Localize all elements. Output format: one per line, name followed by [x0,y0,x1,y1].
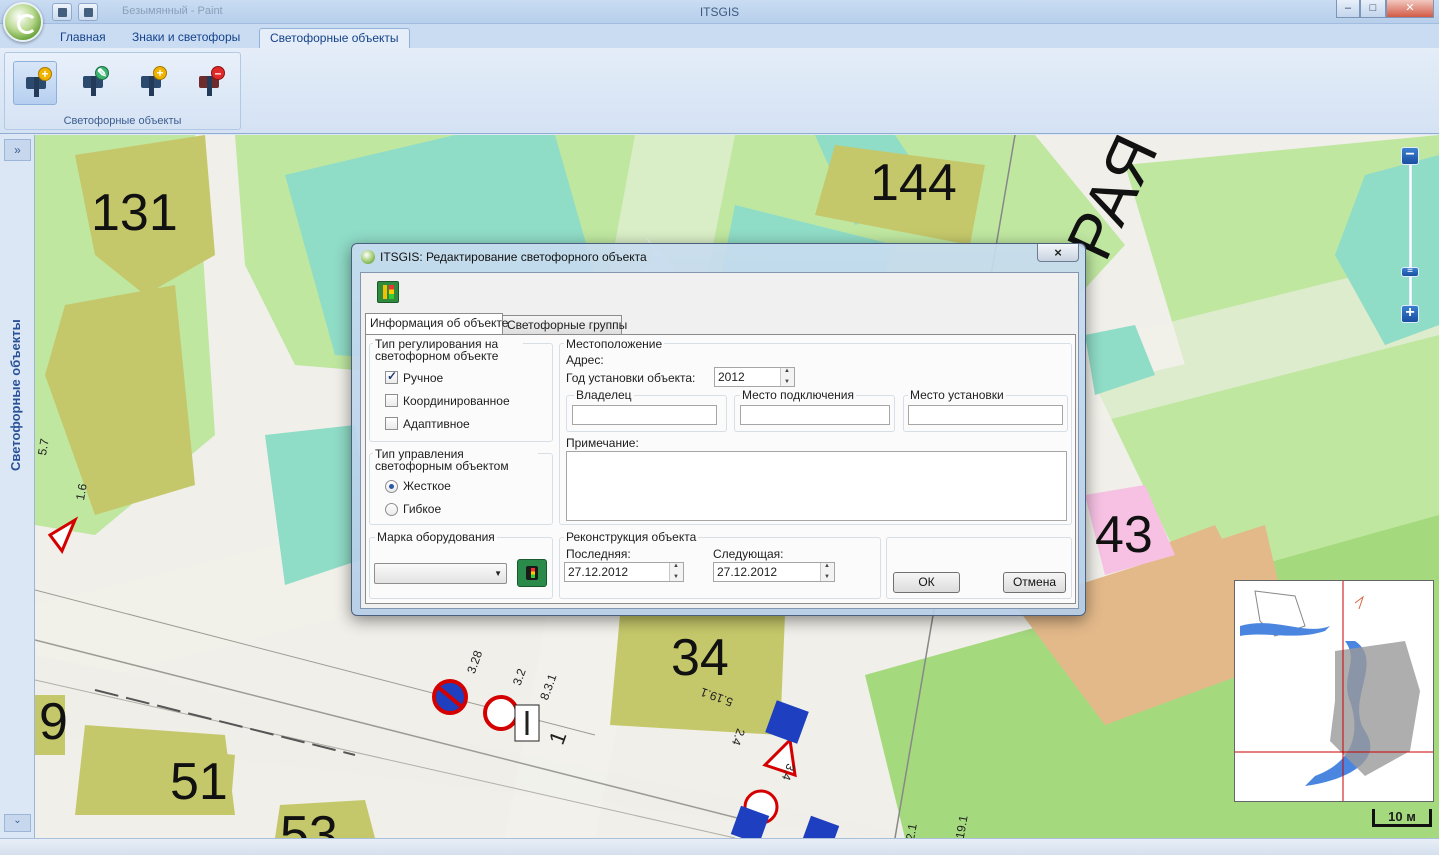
next-reconstruction-label: Следующая: [713,547,784,561]
sign-label: 2.1 [903,822,920,838]
location-legend: Местоположение [564,337,665,351]
traffic-light-settings-icon[interactable] [377,281,399,303]
add-traffic-light-group-icon: + [137,66,167,98]
ribbon-group-label: Светофорные объекты [63,115,182,127]
next-reconstruction-value: 27.12.2012 [717,565,778,579]
rigid-label: Жесткое [403,479,451,493]
building-number: 9 [39,693,68,751]
building-number: 131 [91,184,178,242]
app-menu-orb-icon[interactable] [3,2,43,42]
flexible-radio[interactable] [385,503,398,516]
edit-traffic-object-dialog: ITSGIS: Редактирование светофорного объе… [351,243,1086,616]
ribbon: + ✎ + – Светофорные объекты [0,48,1439,134]
tab-traffic-light-objects[interactable]: Светофорные объекты [259,28,410,48]
flexible-label: Гибкое [403,502,442,516]
delete-traffic-light-button[interactable]: – [187,61,231,105]
year-spinner[interactable] [780,368,794,386]
manual-checkbox[interactable] [385,369,398,384]
minimize-button[interactable]: – [1336,0,1360,18]
ribbon-group-traffic-objects: + ✎ + – Светофорные объекты [4,52,241,130]
add-traffic-light-group-button[interactable]: + [129,61,173,105]
overview-map[interactable] [1234,580,1434,802]
install-year-label: Год установки объекта: [566,371,696,385]
next-reconstruction-date-field[interactable]: 27.12.2012 [713,562,835,582]
side-panel-label[interactable]: Светофорные объекты [8,295,28,495]
delete-traffic-light-icon: – [195,66,225,98]
adaptive-label: Адаптивное [403,417,470,431]
owner-legend: Владелец [574,388,634,402]
edit-traffic-light-button[interactable]: ✎ [71,61,115,105]
map-scale-bar: 10 м [1372,809,1432,827]
building-number: 53 [280,806,338,838]
zoom-in-button[interactable]: + [1401,305,1419,323]
next-date-spinner[interactable] [820,563,834,581]
building-number: 34 [671,629,729,687]
connection-legend: Место подключения [740,388,856,402]
ok-button[interactable]: ОК [893,572,960,593]
equipment-legend: Марка оборудования [375,530,497,544]
zoom-slider-handle[interactable]: ≡ [1401,266,1419,277]
owner-field[interactable] [572,405,717,425]
last-date-spinner[interactable] [669,563,683,581]
zoom-out-button[interactable]: − [1401,147,1419,165]
tab-signs-and-lights[interactable]: Знаки и светофоры [122,28,250,48]
expand-panel-button[interactable]: » [4,139,31,161]
note-textarea[interactable] [566,451,1067,521]
tab-object-info[interactable]: Информация об объекте [365,313,508,334]
last-reconstruction-label: Последняя: [566,547,631,561]
coordinated-checkbox[interactable] [385,394,398,407]
connection-field[interactable] [740,405,890,425]
sign-label: 5.7 [35,437,52,457]
building-number: 51 [170,753,228,811]
adaptive-checkbox[interactable] [385,417,398,430]
add-traffic-light-icon: + [22,67,52,99]
status-bar [0,838,1439,855]
dialog-close-button[interactable]: × [1037,244,1079,262]
overview-canvas [1235,581,1433,801]
regulation-type-legend: Тип регулирования на светофорном объекте [373,338,523,362]
install-year-field[interactable]: 2012 [714,367,795,387]
side-panel: » Светофорные объекты ⌄ [0,135,35,838]
last-reconstruction-date-field[interactable]: 27.12.2012 [564,562,684,582]
building-number: 43 [1095,506,1153,564]
tab-main[interactable]: Главная [50,28,116,48]
app-dialog-icon [361,250,375,264]
install-place-legend: Место установки [908,388,1006,402]
dialog-toolbar [361,273,1078,309]
cancel-button[interactable]: Отмена [1003,572,1066,593]
equipment-brand-select[interactable] [374,563,507,584]
zoom-track[interactable] [1409,157,1412,317]
manual-label: Ручное [403,371,444,385]
object-info-page: Тип регулирования на светофорном объекте… [365,334,1076,604]
dialog-body: Информация об объекте Светофорные группы… [360,272,1079,609]
add-traffic-light-button[interactable]: + [13,61,57,105]
ribbon-tab-strip: Главная Знаки и светофоры Светофорные об… [0,24,1439,48]
tab-signal-groups[interactable]: Светофорные группы [502,315,627,334]
equipment-catalog-button[interactable] [517,559,547,587]
sign-label: 1.6 [73,482,90,502]
building-number: 144 [870,154,957,212]
last-reconstruction-value: 27.12.2012 [568,565,629,579]
dialog-title: ITSGIS: Редактирование светофорного объе… [380,250,647,264]
coordinated-label: Координированное [403,394,510,408]
install-place-field[interactable] [908,405,1063,425]
note-label: Примечание: [566,436,639,450]
install-year-value: 2012 [718,370,745,384]
collapse-chevron-icon[interactable]: ⌄ [4,814,31,832]
rigid-radio[interactable] [385,480,398,493]
control-type-legend: Тип управления светофорным объектом [373,448,538,472]
reconstruction-legend: Реконструкция объекта [564,530,699,544]
edit-traffic-light-icon: ✎ [79,66,109,98]
close-window-button[interactable]: ✕ [1386,0,1434,18]
maximize-button[interactable]: □ [1360,0,1386,18]
app-title: ITSGIS [699,5,740,19]
title-bar: Безымянный - Paint ITSGIS – □ ✕ [0,0,1439,24]
address-label: Адрес: [566,353,604,367]
